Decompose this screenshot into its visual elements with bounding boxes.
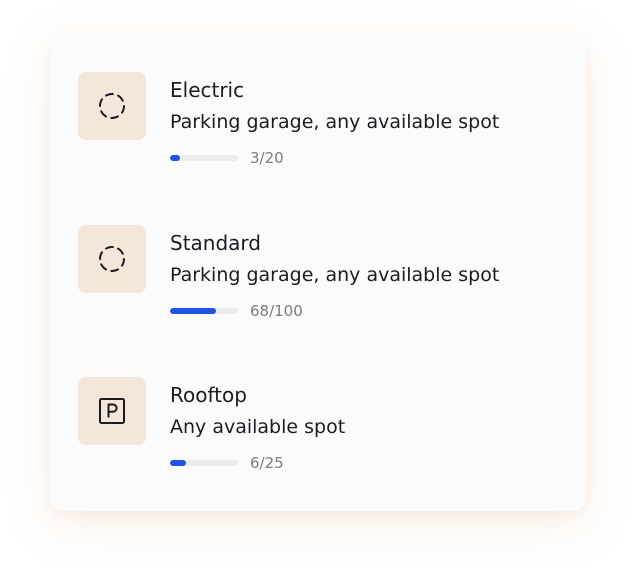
availability-count: 68/100 — [250, 302, 303, 320]
parking-options-card: Electric Parking garage, any available s… — [50, 33, 586, 511]
option-description: Any available spot — [170, 416, 346, 438]
parking-sign-icon — [99, 398, 125, 424]
availability-bar — [170, 308, 238, 314]
availability-bar — [170, 460, 238, 466]
parking-option-rooftop[interactable]: Rooftop Any available spot 6/25 — [78, 377, 558, 487]
availability-bar — [170, 155, 238, 161]
icon-tile — [78, 225, 146, 293]
icon-tile — [78, 72, 146, 140]
availability-bar-fill — [170, 308, 217, 314]
dashed-circle-icon — [99, 246, 125, 272]
dashed-circle-icon — [99, 93, 125, 119]
availability-bar-fill — [170, 155, 181, 161]
option-title: Standard — [170, 231, 261, 255]
option-description: Parking garage, any available spot — [170, 111, 500, 133]
option-description: Parking garage, any available spot — [170, 264, 500, 286]
availability-bar-fill — [170, 460, 187, 466]
parking-option-standard[interactable]: Standard Parking garage, any available s… — [78, 225, 558, 335]
icon-tile — [78, 377, 146, 445]
availability-count: 6/25 — [250, 454, 284, 472]
page: Electric Parking garage, any available s… — [0, 0, 633, 576]
availability-count: 3/20 — [250, 149, 284, 167]
option-title: Electric — [170, 78, 245, 102]
option-title: Rooftop — [170, 383, 247, 407]
parking-option-electric[interactable]: Electric Parking garage, any available s… — [78, 72, 558, 182]
